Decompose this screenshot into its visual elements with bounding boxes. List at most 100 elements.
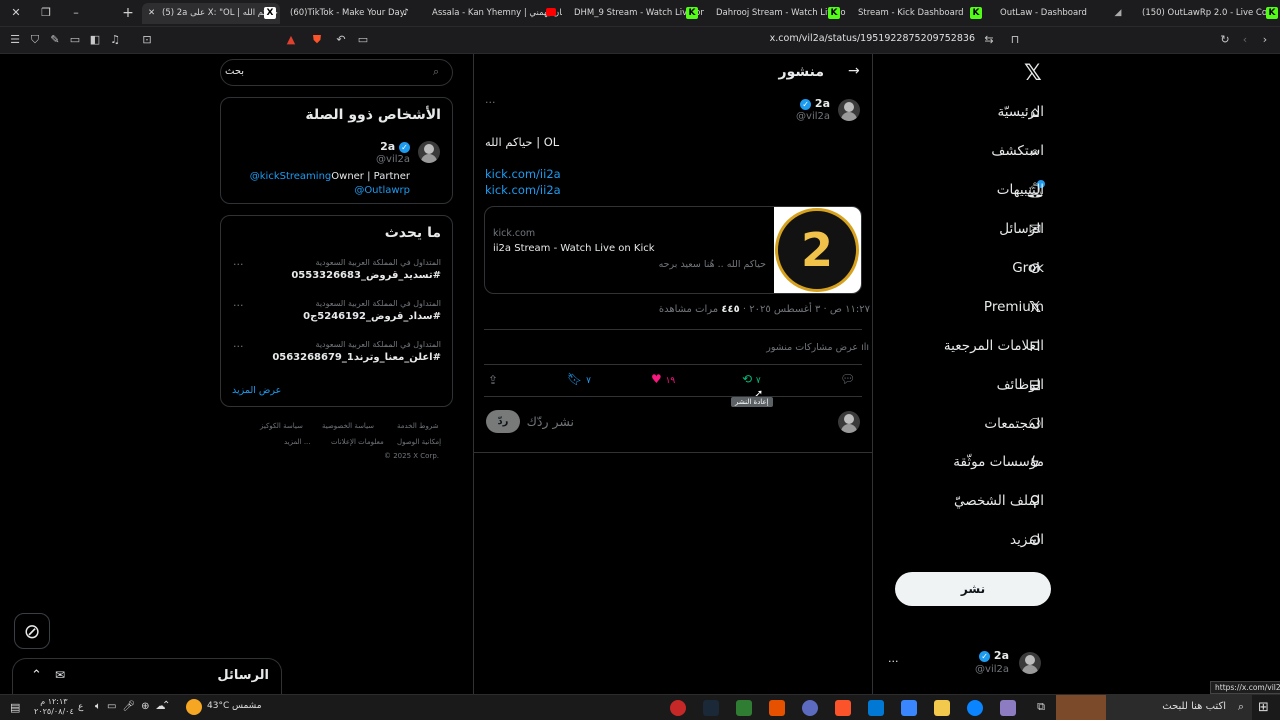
footer-more[interactable]: ... المزيد	[284, 438, 311, 446]
nav-more[interactable]: المزيد	[1010, 528, 1044, 552]
reply-icon[interactable]: 💬︎	[840, 372, 855, 386]
trend-tag[interactable]: #سداد_قروض_5246192ج0	[303, 311, 441, 322]
post-timestamp[interactable]: ١١:٢٧ ص · ٣ أغسطس ٢٠٢٥	[749, 304, 870, 315]
tab-kick-outlawrp[interactable]: (150) OutLawRp 2.0 - Live Com K	[1134, 3, 1280, 24]
close-window-icon[interactable]: ✕	[6, 4, 26, 22]
author-avatar[interactable]	[838, 99, 860, 121]
reader-icon[interactable]: ▭	[356, 33, 370, 47]
close-tab-icon[interactable]: ✕	[148, 3, 155, 24]
footer-ads-info[interactable]: معلومات الإعلانات	[331, 438, 384, 446]
account-avatar[interactable]	[1019, 652, 1041, 674]
footer-cookies[interactable]: سياسة الكوكيز	[260, 422, 303, 430]
extension-icon[interactable]: ▲	[284, 33, 298, 47]
post-more-icon[interactable]: ···	[485, 96, 496, 109]
pen-icon[interactable]: ✎	[48, 33, 62, 47]
trend-tag[interactable]: #تسديد_قروض_0553326683	[291, 270, 441, 281]
app-icon[interactable]	[670, 700, 686, 716]
nav-profile[interactable]: الملف الشخصيّ	[954, 489, 1044, 513]
footer-terms[interactable]: شروط الخدمة	[397, 422, 439, 430]
nav-communities[interactable]: المجتمعات	[984, 412, 1044, 436]
app-icon[interactable]	[769, 700, 785, 716]
nav-bookmarks[interactable]: العلامات المرجعية	[944, 334, 1044, 358]
restore-window-icon[interactable]: ❐	[36, 4, 56, 22]
trend-more-icon[interactable]: ···	[233, 258, 244, 271]
messages-drawer[interactable]: الرسائل ⌃ ✉	[12, 658, 282, 694]
related-handle[interactable]: @vil2a	[376, 154, 410, 165]
show-more-link[interactable]: عرض المزيد	[232, 385, 281, 396]
like-action[interactable]: ♥ ١٩	[651, 372, 675, 386]
tab-kick-dashboard[interactable]: Stream - Kick Dashboard K	[850, 3, 988, 24]
brave-shield-icon[interactable]: ⛊	[310, 33, 324, 47]
shield-icon[interactable]: ⛉	[28, 33, 42, 47]
post-link[interactable]: kick.com/ii2a	[485, 183, 561, 197]
post-button[interactable]: نشر	[895, 572, 1051, 606]
undo-icon[interactable]: ↶	[334, 33, 348, 47]
related-name[interactable]: 2a ✓	[380, 140, 410, 153]
copilot-icon[interactable]	[1000, 700, 1016, 716]
trend-tag[interactable]: #اعلن_معنا_وترند1_0563268679	[272, 352, 441, 363]
trend-more-icon[interactable]: ···	[233, 299, 244, 312]
wallet-icon[interactable]: ▭	[68, 33, 82, 47]
footer-accessibility[interactable]: إمكانية الوصول	[397, 438, 441, 446]
steam-icon[interactable]	[703, 700, 719, 716]
file-explorer-icon[interactable]	[934, 700, 950, 716]
author-name[interactable]: ✓ 2a	[800, 97, 830, 110]
view-quotes-link[interactable]: ılı عرض مشاركات منشور	[766, 342, 869, 353]
bio-link-outlaw[interactable]: @Outlawrp	[354, 185, 410, 196]
footer-privacy[interactable]: سياسة الخصوصية	[322, 422, 374, 430]
task-view-icon[interactable]: ⧉	[1033, 700, 1049, 716]
back-arrow-icon[interactable]: →	[848, 63, 860, 79]
nav-explore[interactable]: استكشف	[991, 139, 1044, 163]
nav-messages[interactable]: الرسائل	[999, 217, 1044, 241]
taskbar-search-input[interactable]: اكتب هنا للبحث	[1162, 701, 1226, 712]
windows-start-icon[interactable]: ⊞	[1258, 700, 1269, 715]
url-field[interactable]: x.com/vil2a/status/1951922875209752836	[760, 33, 975, 44]
new-tab-icon[interactable]: +	[118, 4, 138, 22]
nav-premium[interactable]: Premium	[984, 295, 1044, 319]
bio-link-kick[interactable]: @kickStreaming	[250, 171, 332, 182]
taskbar-search[interactable]: اكتب هنا للبحث ⌕	[1056, 695, 1252, 720]
post-link[interactable]: kick.com/ii2a	[485, 167, 561, 181]
site-settings-icon[interactable]: ⇆	[982, 33, 996, 47]
clock[interactable]: ١٢:١٣ م ٢٠٢٥/٠٨/٠٤	[34, 697, 74, 717]
keyboard-language[interactable]: ع	[78, 702, 83, 712]
sidebar-icon[interactable]: ◧	[88, 33, 102, 47]
tab-kick-dhm[interactable]: DHM_9 Stream - Watch Live on Kick K	[566, 3, 704, 24]
account-name[interactable]: ✓ 2a	[979, 649, 1009, 662]
notification-center-icon[interactable]: ▤	[10, 701, 20, 714]
new-message-icon[interactable]: ✉	[55, 668, 65, 682]
weather-temp[interactable]: 43°C	[207, 701, 229, 711]
tab-youtube[interactable]: Assala - Kan Yhemny | أصالة - كان يهمني	[424, 3, 562, 24]
nav-home[interactable]: الرئيسيّة	[998, 100, 1045, 124]
weather-text[interactable]: مشمس	[232, 701, 262, 711]
search-box[interactable]: بحث ⌕	[220, 59, 453, 86]
outlook-icon[interactable]	[868, 700, 884, 716]
trend-more-icon[interactable]: ···	[233, 340, 244, 353]
tray-chevron-icon[interactable]: ⌃	[162, 700, 170, 711]
minimize-window-icon[interactable]: –	[66, 4, 86, 22]
edge-icon[interactable]	[967, 700, 983, 716]
tab-x-post[interactable]: ✕ (5) 2a على X: "OL | حياكم الله X	[142, 3, 280, 24]
bookmark-icon[interactable]: ⊓	[1008, 33, 1022, 47]
music-icon[interactable]: ♫	[108, 33, 122, 47]
reply-input[interactable]: نشر ردّك	[527, 414, 574, 429]
x-logo-icon[interactable]: 𝕏	[1024, 61, 1042, 86]
reply-button[interactable]: ردّ	[486, 410, 520, 433]
tab-tiktok[interactable]: (60)TikTok - Make Your Day ♪	[282, 3, 420, 24]
author-handle[interactable]: @vil2a	[796, 111, 830, 122]
grok-floating-icon[interactable]: ⊘	[14, 613, 50, 649]
tab-outlaw-dashboard[interactable]: OutLaw - Dashboard ◢	[992, 3, 1130, 24]
bookmark-action[interactable]: 🔖︎ ٧	[567, 372, 591, 386]
store-icon[interactable]	[901, 700, 917, 716]
system-tray-icons[interactable]: 🔈︎▭🎤︎⊕☁	[95, 701, 172, 712]
repost-action[interactable]: ⟲ ٧	[742, 372, 761, 386]
nav-notifications[interactable]: التنبيهات	[997, 178, 1044, 202]
reload-icon[interactable]: ↻	[1218, 33, 1232, 47]
terminal-icon[interactable]	[736, 700, 752, 716]
menu-icon[interactable]: ☰	[8, 33, 22, 47]
brave-icon[interactable]	[835, 700, 851, 716]
forward-icon[interactable]: ›	[1258, 33, 1272, 47]
account-menu-icon[interactable]: ···	[888, 655, 899, 668]
screenshot-icon[interactable]: ⊡	[140, 33, 154, 47]
my-avatar[interactable]	[838, 411, 860, 433]
